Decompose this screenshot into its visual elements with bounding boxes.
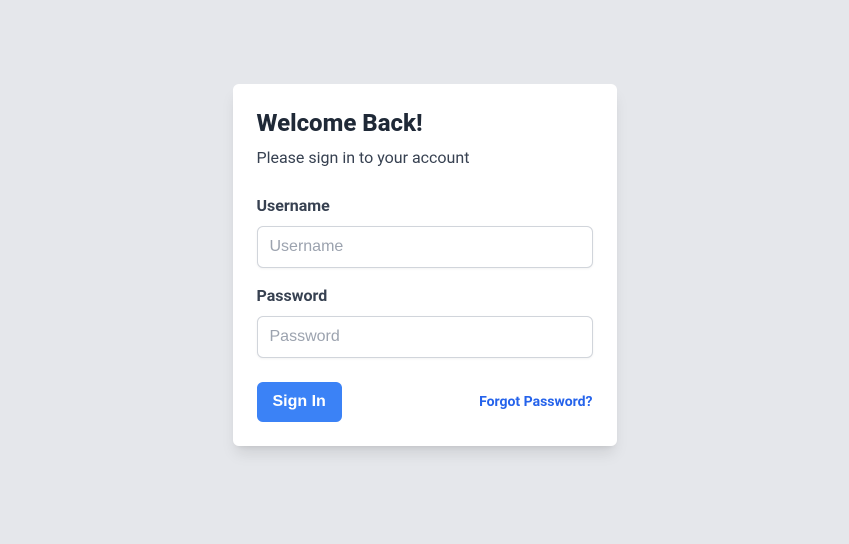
password-group: Password bbox=[257, 284, 593, 358]
page-container: Welcome Back! Please sign in to your acc… bbox=[0, 0, 849, 446]
username-label: Username bbox=[257, 194, 593, 218]
password-input[interactable] bbox=[257, 316, 593, 358]
forgot-password-link[interactable]: Forgot Password? bbox=[479, 392, 592, 413]
login-card: Welcome Back! Please sign in to your acc… bbox=[233, 84, 617, 446]
login-form: Username Password Sign In Forgot Passwor… bbox=[257, 194, 593, 422]
card-subtitle: Please sign in to your account bbox=[257, 146, 593, 170]
actions-row: Sign In Forgot Password? bbox=[257, 382, 593, 422]
username-input[interactable] bbox=[257, 226, 593, 268]
password-label: Password bbox=[257, 284, 593, 308]
card-title: Welcome Back! bbox=[257, 108, 593, 138]
sign-in-button[interactable]: Sign In bbox=[257, 382, 342, 422]
username-group: Username bbox=[257, 194, 593, 268]
